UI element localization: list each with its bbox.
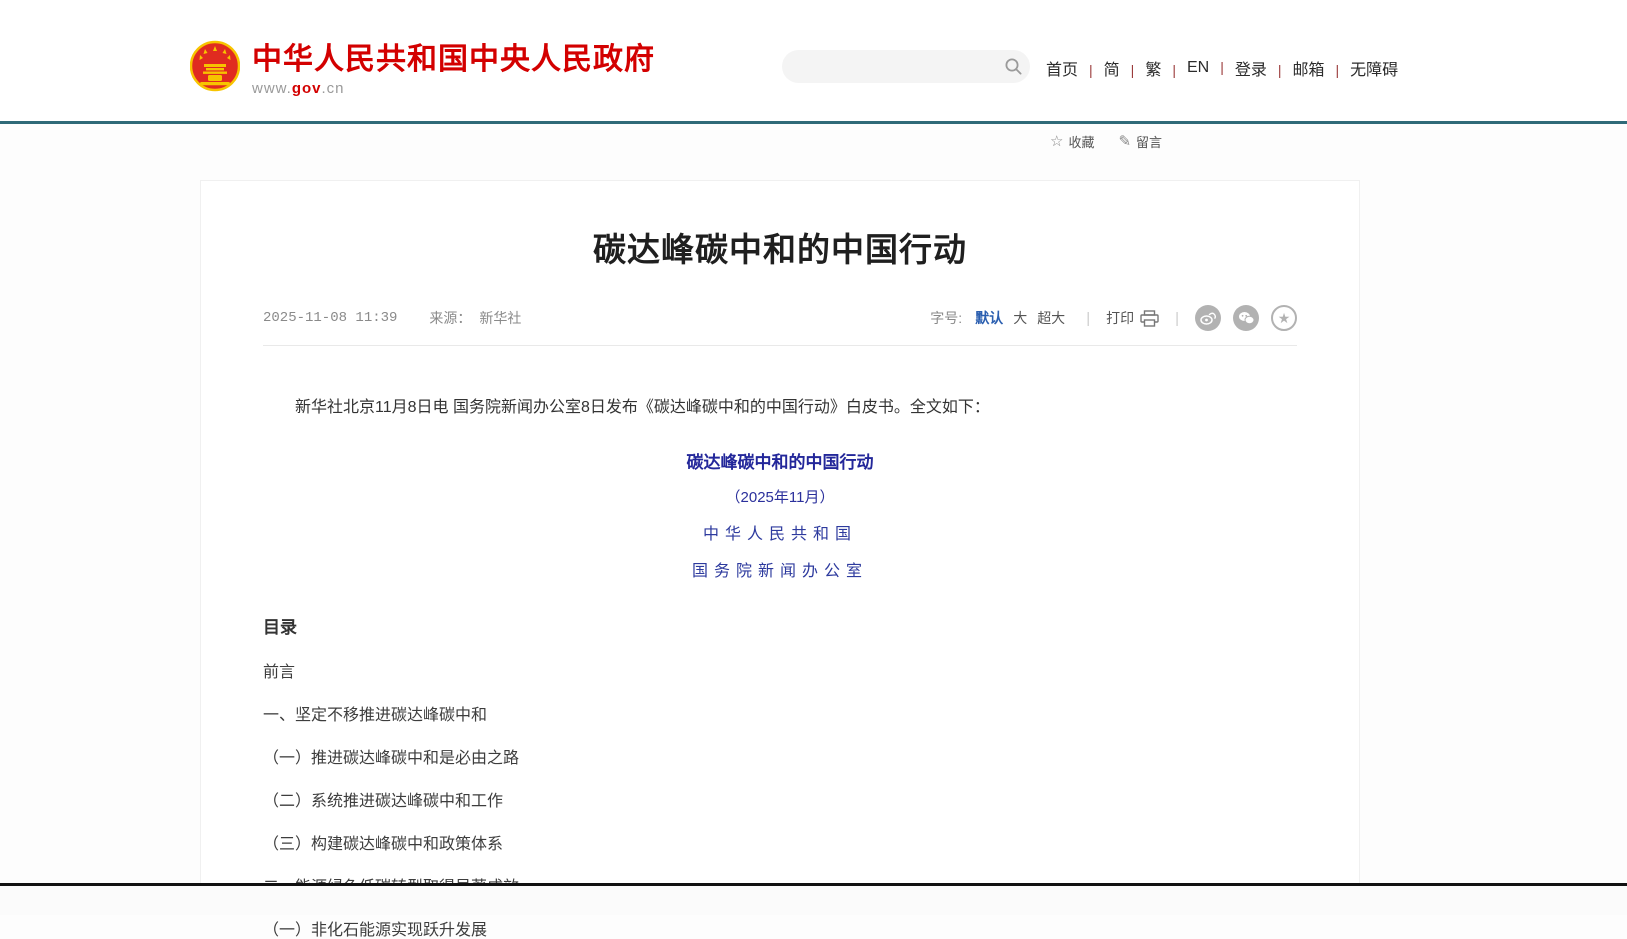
printer-icon (1140, 310, 1159, 327)
print-label: 打印 (1106, 308, 1134, 328)
font-size-label: 字号: (930, 308, 962, 328)
font-size-large[interactable]: 大 (1013, 308, 1027, 328)
toc-heading: 目录 (263, 613, 1297, 638)
font-size-default[interactable]: 默认 (975, 308, 1003, 328)
nav-accessibility[interactable]: 无障碍 (1350, 56, 1398, 80)
article-card: 碳达峰碳中和的中国行动 2025-11-08 11:39 来源： 新华社 字号:… (200, 180, 1360, 915)
font-size-xlarge[interactable]: 超大 (1037, 308, 1065, 328)
document-org-line2: 国务院新闻办公室 (263, 557, 1297, 581)
toc-item-section1-1: （一）推进碳达峰碳中和是必由之路 (263, 751, 1297, 767)
message-label: 留言 (1136, 132, 1162, 151)
nav-login[interactable]: 登录 (1235, 56, 1293, 80)
article-meta-row: 2025-11-08 11:39 来源： 新华社 字号: 默认 大 超大 | 打… (201, 305, 1359, 331)
print-button[interactable]: 打印 (1106, 308, 1159, 328)
article-date: 2025-11-08 11:39 (263, 310, 397, 326)
national-emblem-logo (190, 40, 240, 92)
site-url-suffix: .cn (322, 80, 345, 97)
nav-traditional[interactable]: 繁 (1145, 56, 1187, 80)
document-title: 碳达峰碳中和的中国行动 (263, 448, 1297, 473)
document-org-line1: 中华人民共和国 (263, 520, 1297, 544)
article-body: 新华社北京11月8日电 国务院新闻办公室8日发布《碳达峰碳中和的中国行动》白皮书… (201, 396, 1359, 939)
favorite-button[interactable]: ☆ 收藏 (1050, 132, 1094, 151)
star-icon: ☆ (1050, 134, 1063, 149)
more-share-icon[interactable]: ★ (1271, 305, 1297, 331)
share-icons: ★ (1195, 305, 1297, 331)
favorite-label: 收藏 (1068, 132, 1094, 151)
wechat-share-icon[interactable] (1233, 305, 1259, 331)
source-value[interactable]: 新华社 (479, 308, 521, 328)
site-url-domain: gov (292, 80, 322, 97)
toc-item-section2-1: （一）非化石能源实现跃升发展 (263, 923, 1297, 939)
lead-paragraph: 新华社北京11月8日电 国务院新闻办公室8日发布《碳达峰碳中和的中国行动》白皮书… (263, 396, 1297, 420)
nav-simplified[interactable]: 简 (1104, 56, 1146, 80)
article-meta-left: 2025-11-08 11:39 来源： 新华社 (263, 308, 521, 328)
article-title: 碳达峰碳中和的中国行动 (201, 223, 1359, 271)
nav-english[interactable]: EN (1187, 59, 1235, 77)
header-divider (0, 121, 1627, 124)
search-input[interactable] (782, 50, 996, 83)
toolbar-separator: | (1175, 310, 1179, 327)
source-label: 来源： (429, 308, 471, 328)
toolbar-separator: | (1086, 310, 1090, 327)
article-meta-toolbar: 字号: 默认 大 超大 | 打印 | (930, 305, 1297, 331)
top-navigation: 首页 简 繁 EN 登录 邮箱 无障碍 (1046, 56, 1398, 80)
pencil-icon: ✎ (1118, 134, 1131, 149)
toc-item-preface: 前言 (263, 665, 1297, 681)
search-icon[interactable] (996, 50, 1030, 83)
message-button[interactable]: ✎ 留言 (1118, 132, 1162, 151)
bottom-window-edge (0, 883, 1627, 886)
search-bar (782, 50, 1030, 83)
site-url-prefix: www. (252, 80, 292, 97)
document-date: （2025年11月） (263, 486, 1297, 507)
site-title: 中华人民共和国中央人民政府 (252, 44, 655, 76)
site-header: 中华人民共和国中央人民政府 www.gov.cn 首页 简 繁 EN 登录 邮箱… (0, 0, 1627, 122)
toc-item-section1: 一、坚定不移推进碳达峰碳中和 (263, 708, 1297, 724)
bottom-strip (0, 886, 1627, 915)
meta-divider (263, 345, 1297, 346)
nav-mail[interactable]: 邮箱 (1293, 56, 1351, 80)
nav-home[interactable]: 首页 (1046, 56, 1104, 80)
weibo-share-icon[interactable] (1195, 305, 1221, 331)
toc-item-section1-2: （二）系统推进碳达峰碳中和工作 (263, 794, 1297, 810)
site-url: www.gov.cn (252, 80, 655, 97)
quick-actions: ☆ 收藏 ✎ 留言 (1050, 132, 1162, 151)
site-identity: 中华人民共和国中央人民政府 www.gov.cn (252, 44, 655, 97)
toc-item-section1-3: （三）构建碳达峰碳中和政策体系 (263, 837, 1297, 853)
